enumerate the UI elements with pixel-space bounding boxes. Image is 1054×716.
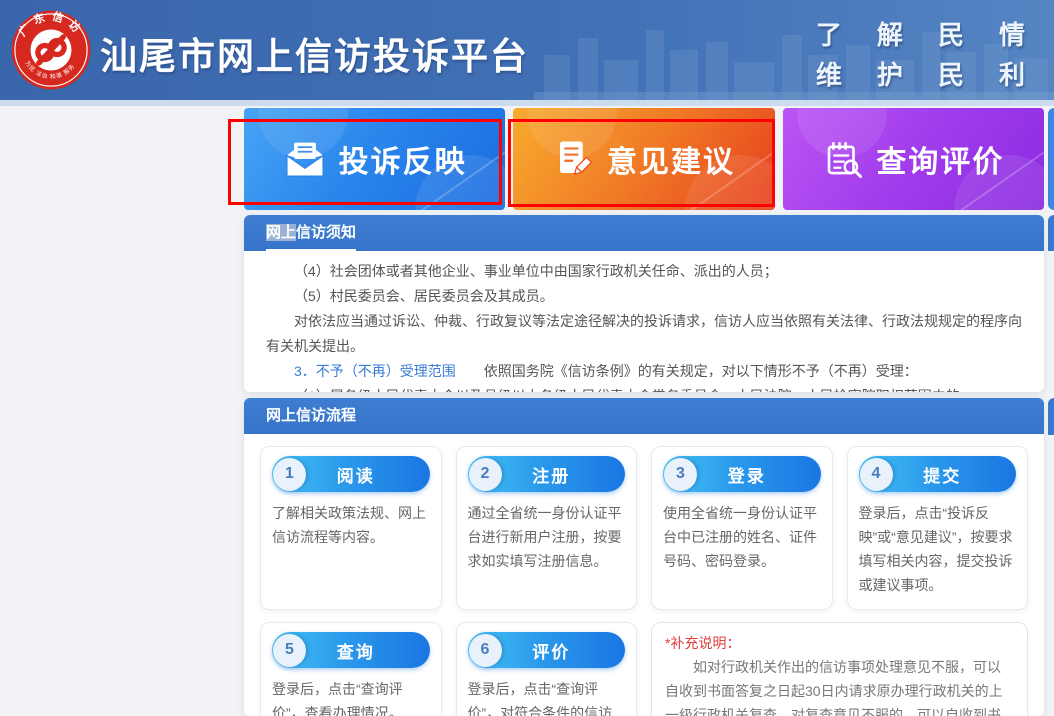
suggestion-button[interactable]: 意见建议 bbox=[513, 108, 774, 210]
slogan-line-2: 维 护 民 利 bbox=[816, 56, 1038, 96]
notice-panel-title: 网上信访须知 bbox=[266, 221, 356, 251]
right-edge-button-sliver bbox=[1048, 108, 1054, 210]
step-description: 了解相关政策法规、网上信访流程等内容。 bbox=[272, 501, 430, 549]
step-number-badge: 1 bbox=[273, 458, 306, 491]
flow-panel: 网上信访流程 1 阅读 了解相关政策法规、网上信访流程等内容。 2 注册 通过全… bbox=[244, 398, 1044, 716]
step-number-badge: 6 bbox=[469, 634, 502, 667]
step-pill: 5 查询 bbox=[272, 632, 430, 668]
step-name: 查询 bbox=[306, 638, 430, 663]
flow-panel-header: 网上信访流程 bbox=[244, 398, 1044, 434]
flow-steps-grid: 1 阅读 了解相关政策法规、网上信访流程等内容。 2 注册 通过全省统一身份认证… bbox=[244, 434, 1044, 716]
guangdong-xinfang-logo: 广东信访 为民 法治 和谐 服务 bbox=[10, 8, 92, 92]
step-number-badge: 4 bbox=[860, 458, 893, 491]
step-card-query: 5 查询 登录后，点击“查询评价”，查看办理情况。 bbox=[260, 622, 442, 716]
step-name: 阅读 bbox=[306, 462, 430, 487]
query-evaluate-button[interactable]: 查询评价 bbox=[783, 108, 1044, 210]
selected-text: 网上 bbox=[266, 224, 296, 241]
button-decoration bbox=[527, 108, 617, 158]
notice-panel-header: 网上信访须知 bbox=[244, 215, 1044, 251]
step-name: 评价 bbox=[502, 638, 626, 663]
step-card-evaluate: 6 评价 登录后，点击“查询评价”，对符合条件的信访事项进行满意度评价。 bbox=[456, 622, 638, 716]
right-edge-panel-sliver bbox=[1048, 215, 1054, 251]
notice-paragraph-clipped: （1）属各级人民代表大会以及县级以上各级人民代表大会常务委员会、人民法院、人民检… bbox=[266, 384, 1022, 392]
button-decoration bbox=[258, 108, 348, 158]
step-number-badge: 3 bbox=[664, 458, 697, 491]
notice-paragraph: （4）社会团体或者其他企业、事业单位中由国家行政机关任命、派出的人员； bbox=[266, 259, 1022, 284]
rule-text: 依照国务院《信访条例》的有关规定，对以下情形不予（不再）受理： bbox=[484, 363, 918, 379]
step-name: 提交 bbox=[893, 462, 1017, 487]
step-card-submit: 4 提交 登录后，点击“投诉反映”或“意见建议”，按要求填写相关内容，提交投诉或… bbox=[847, 446, 1029, 610]
site-title: 汕尾市网上信访投诉平台 bbox=[100, 26, 529, 80]
notice-panel: 网上信访须知 （4）社会团体或者其他企业、事业单位中由国家行政机关任命、派出的人… bbox=[244, 215, 1044, 392]
step-number-badge: 2 bbox=[469, 458, 502, 491]
button-decoration bbox=[797, 108, 887, 158]
step-card-login: 3 登录 使用全省统一身份认证平台中已注册的姓名、证件号码、密码登录。 bbox=[651, 446, 833, 610]
complaint-button[interactable]: 投诉反映 bbox=[244, 108, 505, 210]
step-card-register: 2 注册 通过全省统一身份认证平台进行新用户注册，按要求如实填写注册信息。 bbox=[456, 446, 638, 610]
supplement-label: *补充说明： bbox=[665, 631, 1014, 655]
notice-rule-line: 3．不予（不再）受理范围 依照国务院《信访条例》的有关规定，对以下情形不予（不再）… bbox=[266, 359, 1022, 384]
step-pill: 4 提交 bbox=[859, 456, 1017, 492]
right-edge-panel-sliver bbox=[1048, 398, 1054, 435]
step-name: 注册 bbox=[502, 462, 626, 487]
step-name: 登录 bbox=[697, 462, 821, 487]
step-description: 使用全省统一身份认证平台中已注册的姓名、证件号码、密码登录。 bbox=[663, 501, 821, 573]
step-description: 登录后，点击“投诉反映”或“意见建议”，按要求填写相关内容，提交投诉或建议事项。 bbox=[859, 501, 1017, 597]
step-card-read: 1 阅读 了解相关政策法规、网上信访流程等内容。 bbox=[260, 446, 442, 610]
step-description: 登录后，点击“查询评价”，对符合条件的信访事项进行满意度评价。 bbox=[468, 677, 626, 716]
header-divider-strip bbox=[0, 100, 1054, 106]
notice-paragraph: 对依法应当通过诉讼、仲裁、行政复议等法定途径解决的投诉请求，信访人应当依照有关法… bbox=[266, 309, 1022, 359]
step-description: 登录后，点击“查询评价”，查看办理情况。 bbox=[272, 677, 430, 716]
slogan-line-1: 了 解 民 情 bbox=[816, 16, 1038, 56]
step-pill: 2 注册 bbox=[468, 456, 626, 492]
supplement-text: 如对行政机关作出的信访事项处理意见不服，可以自收到书面答复之日起30日内请求原办… bbox=[665, 655, 1014, 716]
action-button-row: 投诉反映 意见建议 bbox=[244, 108, 1044, 210]
header-slogan: 了 解 民 情 维 护 民 利 bbox=[816, 16, 1038, 96]
step-pill: 3 登录 bbox=[663, 456, 821, 492]
notice-paragraph: （5）村民委员会、居民委员会及其成员。 bbox=[266, 284, 1022, 309]
step-number-badge: 5 bbox=[273, 634, 306, 667]
step-pill: 6 评价 bbox=[468, 632, 626, 668]
supplement-note-box: *补充说明： 如对行政机关作出的信访事项处理意见不服，可以自收到书面答复之日起3… bbox=[651, 622, 1028, 716]
flow-panel-title: 网上信访流程 bbox=[266, 407, 356, 424]
step-description: 通过全省统一身份认证平台进行新用户注册，按要求如实填写注册信息。 bbox=[468, 501, 626, 573]
step-pill: 1 阅读 bbox=[272, 456, 430, 492]
page-header: 广东信访 为民 法治 和谐 服务 汕尾市网上信访投诉平台 了 解 民 情 维 护… bbox=[0, 0, 1054, 100]
rule-scope-link[interactable]: 3．不予（不再）受理范围 bbox=[294, 363, 456, 379]
notice-scroll-area[interactable]: （4）社会团体或者其他企业、事业单位中由国家行政机关任命、派出的人员； （5）村… bbox=[244, 251, 1044, 392]
